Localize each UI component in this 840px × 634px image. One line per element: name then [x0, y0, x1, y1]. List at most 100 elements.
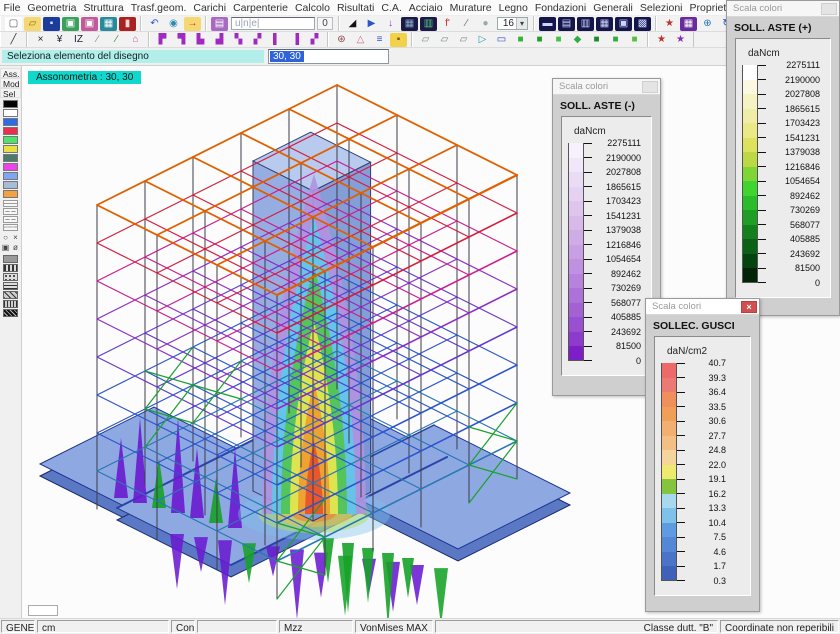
paste-model-icon[interactable]: ▣ [81, 17, 98, 31]
pattern-swatch[interactable] [3, 273, 18, 281]
undo-icon[interactable]: ↶ [146, 17, 163, 31]
extrude-icon[interactable]: ▌ [268, 33, 285, 47]
scale-window-titlebar[interactable]: Scala colori × [646, 299, 759, 315]
color-swatch[interactable] [3, 145, 18, 153]
flag-icon[interactable]: ▷ [474, 33, 491, 47]
pattern-swatch[interactable] [3, 264, 18, 272]
new-file-icon[interactable]: ▢ [5, 17, 22, 31]
archive-icon[interactable]: ▮ [119, 17, 136, 31]
lock-icon[interactable]: ▪ [390, 33, 407, 47]
window-grid-icon[interactable]: ▩ [634, 17, 651, 31]
pattern-swatch[interactable] [3, 309, 18, 317]
window-single-icon[interactable]: ▬ [539, 17, 556, 31]
pattern-swatch[interactable] [3, 282, 18, 290]
generate-shell-icon[interactable]: ▙ [192, 33, 209, 47]
color-swatch[interactable] [3, 100, 18, 108]
window-hsplit-icon[interactable]: ▤ [558, 17, 575, 31]
menu-item[interactable]: Geometria [24, 2, 80, 14]
menu-item[interactable]: Calcolo [291, 2, 333, 14]
settings-gear-icon[interactable]: ⊛ [333, 33, 350, 47]
print-layout-icon[interactable]: ▤ [211, 17, 228, 31]
color-swatch[interactable] [3, 163, 18, 171]
copy-model-icon[interactable]: ▣ [62, 17, 79, 31]
solid-cube-icon[interactable]: ■ [512, 33, 529, 47]
cube-add-icon[interactable]: ■ [550, 33, 567, 47]
font-size-select[interactable]: 16 ▾ [497, 17, 528, 30]
insert-arrow-icon[interactable]: ↓ [382, 17, 399, 31]
scale-window-titlebar[interactable]: Scala colori [553, 79, 660, 95]
menu-item[interactable]: File [0, 2, 24, 14]
color-swatch[interactable] [3, 109, 18, 117]
window-pair-icon[interactable]: ▣ [615, 17, 632, 31]
stretch-icon[interactable]: ▐ [287, 33, 304, 47]
pattern-swatch[interactable] [3, 300, 18, 308]
pattern-swatch[interactable] [3, 255, 18, 263]
view-mode-tab[interactable]: Mod [0, 78, 21, 88]
color-swatch[interactable] [3, 127, 18, 135]
polygon-icon[interactable]: ⌂ [127, 33, 144, 47]
wire-box2-icon[interactable]: ▱ [436, 33, 453, 47]
delete-z-icon[interactable]: IZ [70, 33, 87, 47]
open-folder-icon[interactable]: ▱ [24, 17, 41, 31]
generate-beam-icon[interactable]: ▜ [173, 33, 190, 47]
symbol-button[interactable]: × [11, 233, 21, 243]
redraw-red-icon[interactable]: ★ [653, 33, 670, 47]
generate-node-icon[interactable]: ▛ [154, 33, 171, 47]
redraw-icon[interactable]: ★ [661, 17, 678, 31]
cube-node-icon[interactable]: ◆ [569, 33, 586, 47]
panels-icon[interactable]: ▦ [680, 17, 697, 31]
symbol-button[interactable]: ▣ [1, 243, 11, 253]
scale-window-titlebar[interactable]: Scala colori [727, 1, 839, 17]
color-swatch[interactable] [3, 181, 18, 189]
linestyle-swatch[interactable]: ─ ─ ─ [3, 208, 18, 215]
zoom-in-icon[interactable]: ⊕ [699, 17, 716, 31]
menu-item[interactable]: Acciaio [405, 2, 446, 14]
sphere-icon[interactable]: ● [477, 17, 494, 31]
import-model-icon[interactable]: ▦ [100, 17, 117, 31]
globe-icon[interactable]: ◉ [165, 17, 182, 31]
menu-item[interactable]: Struttura [80, 2, 127, 14]
copy-beam-icon[interactable]: ▟ [211, 33, 228, 47]
menu-item[interactable]: Risultati [333, 2, 377, 14]
wire-box3-icon[interactable]: ▱ [455, 33, 472, 47]
save-icon[interactable]: ▪ [43, 17, 60, 31]
triangle-outline-icon[interactable]: △ [352, 33, 369, 47]
chevron-down-icon[interactable]: ▾ [516, 18, 527, 29]
frame-grid-icon[interactable]: ▦ [401, 17, 418, 31]
cube-select-icon[interactable]: ■ [531, 33, 548, 47]
menu-item[interactable]: Fondazioni [531, 2, 589, 14]
view-mode-tab[interactable]: Ass. [0, 68, 21, 78]
local-axis-icon[interactable]: f' [439, 17, 456, 31]
close-icon[interactable]: × [741, 301, 757, 313]
menu-item[interactable]: Carpenterie [230, 2, 292, 14]
menu-item[interactable]: Legno [495, 2, 531, 14]
color-swatch[interactable] [3, 118, 18, 126]
symbol-button[interactable]: ø [11, 243, 21, 253]
linestyle-swatch[interactable]: ──── [3, 200, 18, 207]
close-icon[interactable] [821, 3, 837, 15]
linestyle-swatch[interactable]: ─ ─ · [3, 216, 18, 223]
menu-item[interactable]: Murature [446, 2, 495, 14]
unit-display[interactable]: u|n|e| [231, 17, 315, 30]
export-folder-icon[interactable]: → [184, 17, 201, 31]
fill-wedge-icon[interactable]: ◢ [344, 17, 361, 31]
window-vsplit-icon[interactable]: ▥ [577, 17, 594, 31]
cube-edge-icon[interactable]: ■ [607, 33, 624, 47]
measure-icon[interactable]: ∕ [458, 17, 475, 31]
window-quad-icon[interactable]: ▦ [596, 17, 613, 31]
view-mode-tab[interactable]: Sel [0, 88, 21, 98]
color-swatch[interactable] [3, 136, 18, 144]
frame-fill-icon[interactable]: ▥ [420, 17, 437, 31]
rotate-beam-icon[interactable]: ▞ [249, 33, 266, 47]
menu-item[interactable]: Trasf.geom. [127, 2, 190, 14]
cube-face-icon[interactable]: ■ [588, 33, 605, 47]
symbol-button[interactable]: ○ [1, 233, 11, 243]
split-line-icon[interactable]: ∕ [89, 33, 106, 47]
pattern-swatch[interactable] [3, 291, 18, 299]
menu-item[interactable]: Carichi [190, 2, 230, 14]
redraw-purple-icon[interactable]: ★ [672, 33, 689, 47]
cube-all-icon[interactable]: ■ [626, 33, 643, 47]
delete-y-icon[interactable]: ¥ [51, 33, 68, 47]
align-icon[interactable]: ▞ [306, 33, 323, 47]
wire-box-icon[interactable]: ▱ [417, 33, 434, 47]
